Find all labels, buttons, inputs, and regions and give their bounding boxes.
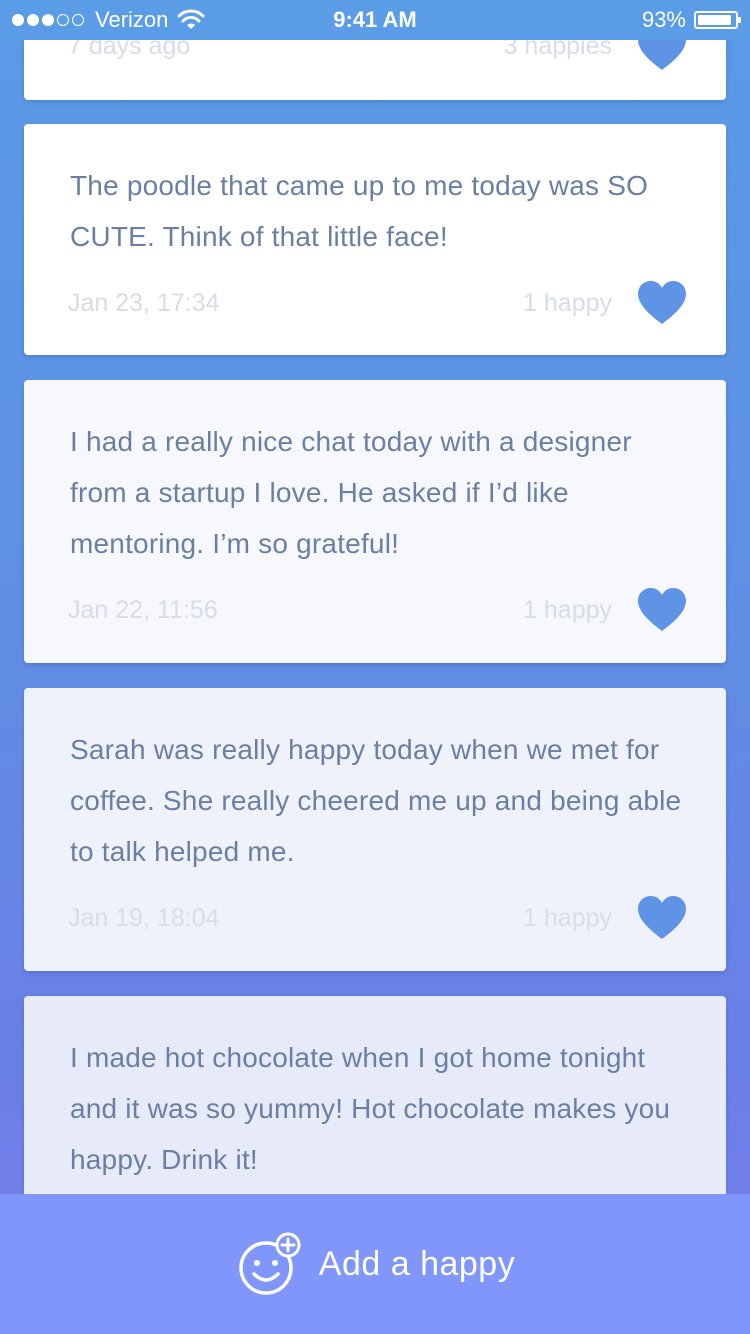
entry-text: I had a really nice chat today with a de…: [70, 426, 632, 559]
entry-date: Jan 22, 11:56: [68, 596, 218, 624]
battery-percent: 93%: [641, 7, 686, 32]
entry-text: The poodle that came up to me today was …: [70, 170, 649, 252]
heart-icon[interactable]: [634, 893, 690, 943]
happy-count: 1 happy: [523, 904, 612, 932]
heart-icon[interactable]: [634, 278, 690, 328]
heart-icon[interactable]: [634, 585, 690, 635]
happy-card[interactable]: The poodle that came up to me today was …: [24, 124, 726, 355]
entry-date: Jan 23, 17:34: [68, 289, 220, 317]
smiley-plus-icon: [235, 1231, 303, 1297]
happy-count: 1 happy: [523, 596, 612, 624]
happy-feed[interactable]: 7 days ago 3 happies The poodle that cam…: [0, 0, 750, 1334]
add-happy-button[interactable]: Add a happy: [0, 1194, 750, 1334]
entry-text: I made hot chocolate when I got home ton…: [70, 1042, 671, 1175]
entry-date: Jan 19, 18:04: [68, 904, 220, 932]
happy-card[interactable]: Sarah was really happy today when we met…: [24, 688, 726, 971]
entry-text: Sarah was really happy today when we met…: [70, 734, 682, 867]
status-bar: Verizon 9:41 AM 93%: [0, 0, 750, 40]
happy-card[interactable]: I had a really nice chat today with a de…: [24, 380, 726, 663]
status-time: 9:41 AM: [333, 7, 417, 32]
battery-fill: [698, 15, 732, 25]
bottom-bar: Add a happy: [0, 1194, 750, 1334]
happy-count: 1 happy: [523, 289, 612, 317]
battery-icon: [694, 11, 741, 29]
add-happy-label: Add a happy: [318, 1244, 516, 1283]
status-right: 93%: [641, 0, 741, 40]
